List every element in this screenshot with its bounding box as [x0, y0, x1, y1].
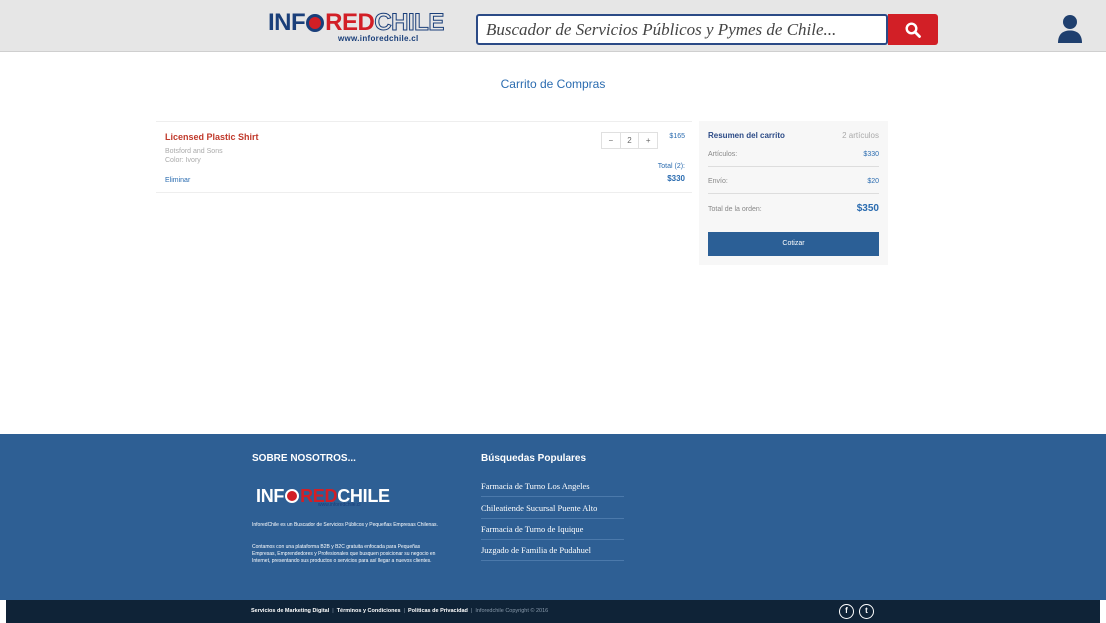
top-header: INF REDCHILE www.inforedchile.cl	[0, 0, 1106, 52]
articles-label: Artículos:	[708, 151, 738, 158]
logo-text-inf: INF	[268, 9, 306, 36]
popular-searches-title: Búsquedas Populares	[481, 453, 587, 464]
terms-link[interactable]: Términos y Condiciones	[337, 608, 401, 614]
bottom-links: Servicios de Marketing Digital | Términos …	[251, 608, 548, 614]
location-pin-icon	[306, 14, 325, 32]
item-total-label: Total (2):	[657, 163, 685, 170]
marketing-link[interactable]: Servicios de Marketing Digital	[251, 608, 329, 614]
search-button[interactable]	[888, 14, 938, 45]
facebook-icon[interactable]: f	[839, 604, 854, 619]
product-name[interactable]: Licensed Plastic Shirt	[165, 132, 259, 142]
remove-item-link[interactable]: Eliminar	[165, 177, 190, 184]
cart-item: Licensed Plastic Shirt Botsford and Sons…	[156, 121, 692, 193]
site-logo[interactable]: INF REDCHILE www.inforedchile.cl	[268, 9, 445, 47]
user-account-icon[interactable]	[1057, 14, 1083, 44]
logo-text-red: RED	[325, 9, 375, 36]
shipping-value: $20	[867, 178, 879, 185]
footer-logo-text-inf: INF	[256, 486, 285, 506]
logo-url: www.inforedchile.cl	[338, 34, 419, 43]
privacy-link[interactable]: Políticas de Privacidad	[408, 608, 468, 614]
footer-logo-url: www.inforedchile.cl	[318, 502, 361, 508]
search-field[interactable]	[476, 14, 888, 45]
order-total-label: Total de la orden:	[708, 206, 762, 213]
link-separator: |	[403, 608, 405, 614]
summary-divider	[708, 166, 879, 167]
order-total-value: $350	[856, 203, 879, 214]
popular-search-link[interactable]: Farmacia de Turno Los Angeles	[481, 476, 624, 497]
cart-summary: Resumen del carrito 2 artículos Artículo…	[699, 121, 888, 265]
popular-search-link[interactable]: Chileatiende Sucursal Puente Alto	[481, 498, 624, 519]
unit-price: $165	[669, 133, 685, 140]
logo-text-chile: CHILE	[374, 9, 445, 36]
footer: SOBRE NOSOTROS... INF REDCHILE www.infore…	[0, 434, 1106, 600]
about-paragraph-2: Contamos con una plataforma B2B y B2C gr…	[252, 544, 436, 564]
about-paragraph-1: InforedChile es un Buscador de Servicios…	[252, 522, 438, 528]
popular-search-link[interactable]: Farmacia de Turno de Iquique	[481, 519, 624, 540]
logo-wordmark: INF REDCHILE	[268, 9, 445, 36]
popular-search-link[interactable]: Juzgado de Familia de Pudahuel	[481, 540, 624, 561]
decrease-qty-button[interactable]: −	[602, 133, 620, 148]
product-color: Color: Ivory	[165, 157, 201, 164]
copyright-text: Inforedchile Copyright © 2016	[475, 608, 549, 614]
search-icon	[905, 21, 921, 38]
product-brand: Botsford and Sons	[165, 148, 223, 155]
twitter-icon[interactable]: t	[859, 604, 874, 619]
search-input[interactable]	[478, 16, 886, 43]
about-title: SOBRE NOSOTROS...	[252, 453, 356, 464]
articles-value: $330	[863, 151, 879, 158]
summary-title: Resumen del carrito	[708, 131, 785, 140]
quantity-stepper: − 2 +	[601, 132, 658, 149]
location-pin-icon	[285, 489, 300, 503]
shipping-label: Envío:	[708, 178, 728, 185]
item-total: $330	[667, 174, 685, 183]
increase-qty-button[interactable]: +	[638, 133, 657, 148]
page-title: Carrito de Compras	[500, 77, 606, 91]
link-separator: |	[332, 608, 334, 614]
summary-divider	[708, 193, 879, 194]
quote-button[interactable]: Cotizar	[708, 232, 879, 256]
summary-item-count: 2 artículos	[842, 131, 879, 140]
link-separator: |	[470, 608, 473, 614]
quantity-value[interactable]: 2	[619, 133, 639, 148]
bottom-bar: Servicios de Marketing Digital | Términos …	[6, 600, 1100, 623]
